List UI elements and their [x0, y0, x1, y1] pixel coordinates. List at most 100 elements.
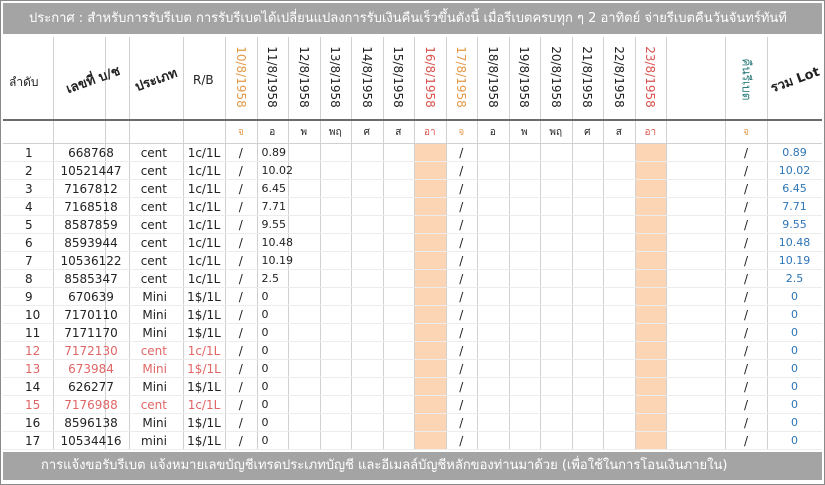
footer-text: การแจ้งขอรับรีเบต แจ้งหมายเลขบัญชีเทรดปร…: [41, 458, 728, 473]
row-rb: 1c/1L: [187, 146, 221, 160]
column-divider: [351, 37, 352, 450]
day-of-week: อ: [269, 127, 276, 138]
row-type: cent: [140, 182, 167, 196]
column-divider: [320, 37, 321, 450]
row-slash: /: [459, 434, 464, 448]
column-header-account: เลขที่ บ/ช: [64, 63, 123, 98]
row-order: 11: [25, 326, 41, 340]
row-slash: /: [238, 236, 243, 250]
row-slash: /: [238, 164, 243, 178]
row-rb: 1$/1L: [187, 380, 221, 394]
row-value: 0: [261, 398, 269, 411]
row-slash: /: [238, 254, 243, 268]
row-account: 10534416: [60, 434, 122, 448]
column-header-rebate-return: คืนรีเบต: [739, 58, 754, 101]
row-slash: /: [743, 200, 749, 214]
row-slash: /: [238, 326, 243, 340]
row-slash: /: [238, 200, 243, 214]
row-slash: /: [459, 290, 464, 304]
column-divider: [572, 37, 573, 450]
date-header: 12/8/1958: [296, 46, 311, 108]
column-header-type: ประเภท: [133, 65, 180, 95]
column-divider: [666, 37, 667, 450]
row-order: 2: [25, 164, 33, 178]
row-slash: /: [459, 416, 464, 430]
column-divider: [414, 37, 415, 450]
date-header: 15/8/1958: [391, 46, 406, 108]
row-account: 7168518: [64, 200, 118, 214]
row-total-lot: 0: [791, 344, 798, 357]
row-account: 7176988: [64, 398, 118, 412]
announcement-banner: ประกาศ : สำหรับการรับรีเบต การรับรีเบตได…: [3, 3, 822, 34]
row-type: cent: [140, 218, 167, 232]
row-value: 6.45: [261, 182, 287, 195]
row-account: 7171170: [64, 326, 118, 340]
row-account: 8587859: [64, 218, 118, 232]
row-slash: /: [459, 272, 464, 286]
row-slash: /: [459, 362, 464, 376]
day-of-week: ศ: [363, 127, 370, 138]
row-slash: /: [743, 218, 749, 232]
column-divider: [477, 37, 478, 450]
row-rb: 1$/1L: [187, 362, 221, 376]
date-header: 10/8/1958: [233, 46, 248, 108]
row-type: cent: [140, 272, 167, 286]
row-total-lot: 0: [791, 416, 798, 429]
row-account: 10521447: [60, 164, 122, 178]
column-divider: [540, 37, 541, 450]
row-value: 10.48: [261, 236, 294, 249]
row-type: Mini: [142, 326, 167, 340]
row-total-lot: 0: [791, 290, 798, 303]
row-total-lot: 0: [791, 308, 798, 321]
row-account: 7170110: [64, 308, 118, 322]
column-divider: [257, 37, 258, 450]
row-total-lot: 0.89: [782, 146, 807, 159]
row-slash: /: [238, 272, 243, 286]
date-header: 18/8/1958: [485, 46, 500, 108]
row-slash: /: [743, 326, 749, 340]
day-of-week: ส: [395, 127, 402, 138]
day-of-week: อา: [644, 127, 657, 138]
row-total-lot: 0: [791, 380, 798, 393]
banner-text: ประกาศ : สำหรับการรับรีเบต การรับรีเบตได…: [29, 11, 787, 26]
row-slash: /: [238, 146, 243, 160]
row-slash: /: [238, 308, 243, 322]
row-type: cent: [140, 164, 167, 178]
row-slash: /: [459, 164, 464, 178]
row-account: 668768: [68, 146, 114, 160]
row-value: 0: [261, 326, 269, 339]
row-rb: 1$/1L: [187, 416, 221, 430]
row-account: 626277: [68, 380, 114, 394]
row-account: 673984: [68, 362, 114, 376]
row-slash: /: [238, 398, 243, 412]
row-type: cent: [140, 200, 167, 214]
date-header: 20/8/1958: [548, 46, 563, 108]
row-slash: /: [238, 182, 243, 196]
row-value: 0: [261, 344, 269, 357]
row-account: 7172130: [64, 344, 118, 358]
row-order: 7: [25, 254, 33, 268]
row-order: 6: [25, 236, 33, 250]
row-slash: /: [743, 254, 749, 268]
day-of-week: อ: [489, 127, 496, 138]
row-order: 9: [25, 290, 33, 304]
row-account: 7167812: [64, 182, 118, 196]
column-divider: [635, 37, 636, 450]
day-of-week: พ: [300, 127, 308, 138]
row-slash: /: [459, 308, 464, 322]
row-slash: /: [459, 398, 464, 412]
row-slash: /: [238, 434, 243, 448]
row-total-lot: 2.5: [785, 272, 804, 285]
day-of-week: จ: [237, 127, 244, 138]
row-rb: 1$/1L: [187, 308, 221, 322]
row-slash: /: [238, 416, 243, 430]
footer-banner: การแจ้งขอรับรีเบต แจ้งหมายเลขบัญชีเทรดปร…: [3, 452, 822, 480]
date-header: 23/8/1958: [643, 46, 658, 108]
row-total-lot: 9.55: [782, 218, 807, 231]
row-value: 0: [261, 362, 269, 375]
row-value: 0: [261, 290, 269, 303]
day-of-week: พฤ: [328, 127, 342, 138]
row-slash: /: [743, 272, 749, 286]
column-header-order: ลำดับ: [9, 75, 39, 89]
row-order: 13: [25, 362, 41, 376]
